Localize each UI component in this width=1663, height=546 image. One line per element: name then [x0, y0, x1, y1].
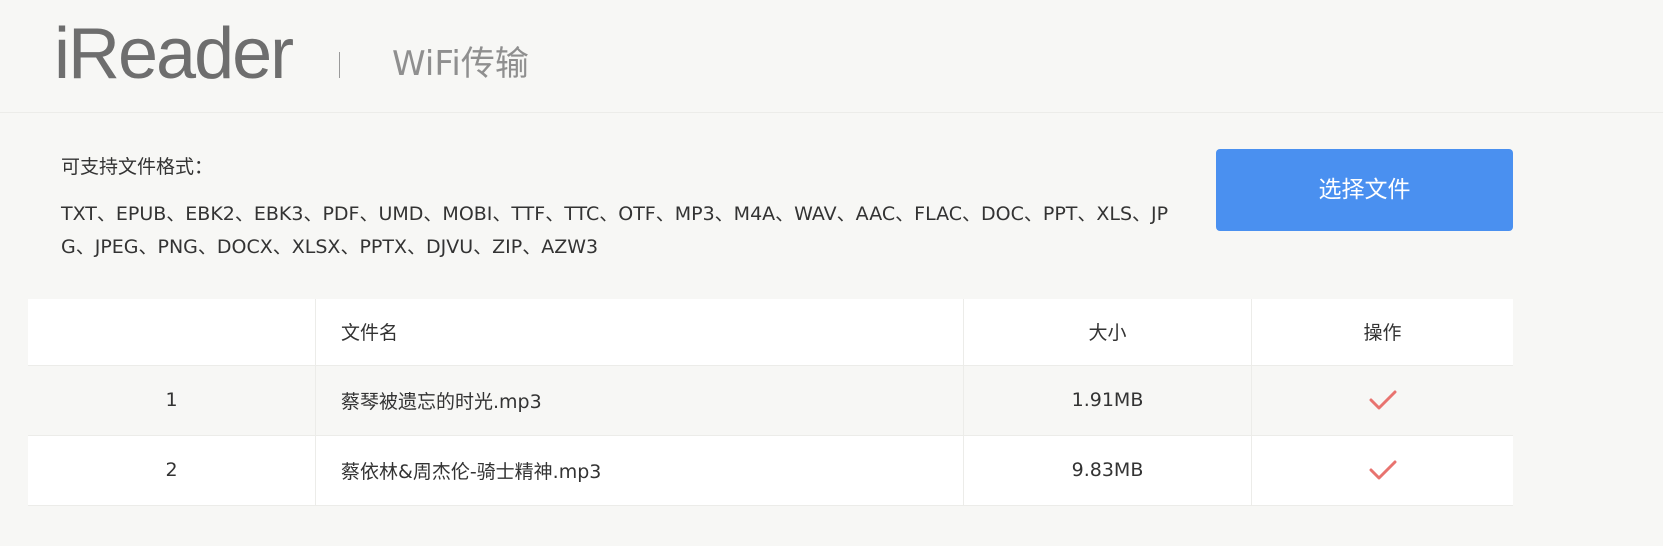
row-size: 1.91MB — [963, 365, 1252, 436]
header-bar: iReader WiFi传输 — [0, 0, 1663, 113]
column-header-size: 大小 — [963, 299, 1252, 366]
check-icon[interactable] — [1369, 389, 1397, 411]
row-filename: 蔡琴被遗忘的时光.mp3 — [315, 365, 964, 436]
choose-file-button[interactable]: 选择文件 — [1216, 149, 1513, 231]
column-header-index — [28, 299, 316, 366]
file-table: 文件名 大小 操作 1 蔡琴被遗忘的时光.mp3 1.91MB 2 蔡依林&周杰… — [28, 299, 1513, 506]
table-header-row: 文件名 大小 操作 — [28, 299, 1513, 366]
row-size: 9.83MB — [963, 435, 1252, 506]
page-title: WiFi传输 — [392, 44, 529, 84]
row-index: 1 — [28, 365, 316, 436]
column-header-action: 操作 — [1251, 299, 1513, 366]
table-row: 1 蔡琴被遗忘的时光.mp3 1.91MB — [28, 365, 1513, 436]
table-row: 2 蔡依林&周杰伦-骑士精神.mp3 9.83MB — [28, 435, 1513, 506]
supported-formats-list: TXT、EPUB、EBK2、EBK3、PDF、UMD、MOBI、TTF、TTC、… — [61, 203, 1169, 258]
row-action — [1251, 435, 1513, 506]
check-icon[interactable] — [1369, 459, 1397, 481]
row-filename: 蔡依林&周杰伦-骑士精神.mp3 — [315, 435, 964, 506]
supported-formats-label: 可支持文件格式： — [61, 156, 214, 178]
column-header-filename: 文件名 — [315, 299, 964, 366]
row-index: 2 — [28, 435, 316, 506]
header-divider — [339, 52, 340, 78]
ireader-logo: iReader — [54, 14, 294, 94]
row-action — [1251, 365, 1513, 436]
